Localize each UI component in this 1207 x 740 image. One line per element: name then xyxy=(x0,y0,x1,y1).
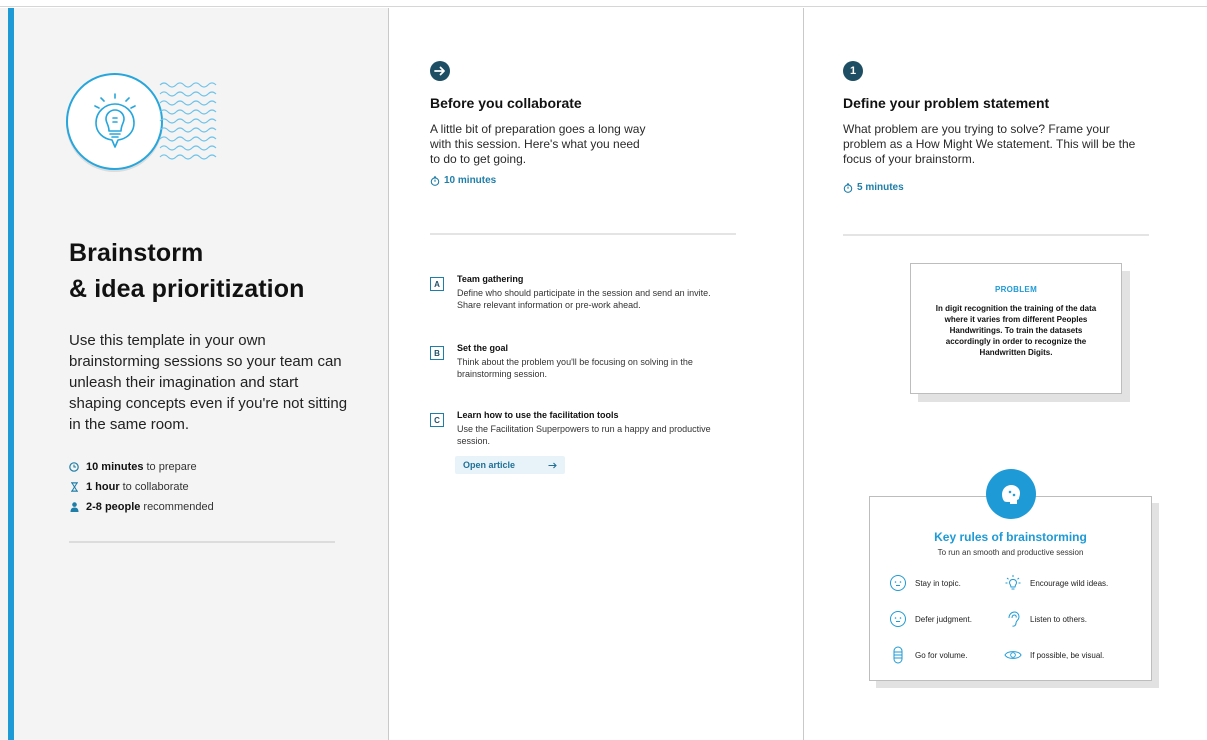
hero-circle xyxy=(66,73,163,170)
section-title: Before you collaborate xyxy=(430,95,582,111)
meta-people: 2-8 people recommended xyxy=(69,497,214,517)
timer: 10 minutes xyxy=(430,175,496,186)
timer: 5 minutes xyxy=(843,182,904,193)
face-icon xyxy=(889,610,907,628)
person-icon xyxy=(69,502,79,512)
brainstorming-rules-card: Key rules of brainstorming To run an smo… xyxy=(869,469,1152,681)
timer-label: 10 minutes xyxy=(444,175,497,186)
rule-label: Encourage wild ideas. xyxy=(1030,578,1109,588)
clock-icon xyxy=(69,462,79,472)
section-body-line-1: A little bit of preparation goes a long … xyxy=(430,122,646,136)
section-divider xyxy=(430,233,736,235)
task-item: C Learn how to use the facilitation tool… xyxy=(430,410,720,450)
rule-label: Stay in topic. xyxy=(915,578,961,588)
task-badge: C xyxy=(430,413,444,427)
meta-collaborate-rest: to collaborate xyxy=(122,481,189,493)
rule-item: Defer judgment. xyxy=(889,610,972,628)
open-article-button[interactable]: Open article xyxy=(455,456,565,474)
step-number-badge: 1 xyxy=(843,61,863,81)
lightbulb-icon xyxy=(1004,574,1022,592)
task-desc: Define who should participate in the ses… xyxy=(457,288,711,310)
meta-people-rest: recommended xyxy=(143,501,214,513)
section-body: A little bit of preparation goes a long … xyxy=(430,122,645,167)
accent-bar xyxy=(8,8,14,740)
ear-icon xyxy=(1004,610,1022,628)
rules-title: Key rules of brainstorming xyxy=(934,530,1087,544)
brain-icon xyxy=(986,469,1036,519)
meta-prepare: 10 minutes to prepare xyxy=(69,457,214,477)
arrow-right-icon xyxy=(430,61,450,81)
section-divider xyxy=(843,234,1149,236)
problem-statement-panel: 1 Define your problem statement What pro… xyxy=(805,8,1207,740)
meta-collaborate: 1 hour to collaborate xyxy=(69,477,214,497)
meta-prepare-bold: 10 minutes xyxy=(86,461,144,473)
stack-icon xyxy=(889,646,907,664)
intro-description: Use this template in your own brainstorm… xyxy=(69,332,348,433)
rule-item: Go for volume. xyxy=(889,646,967,664)
top-border xyxy=(0,0,1207,7)
section-title: Define your problem statement xyxy=(843,95,1050,111)
section-body-line-2: with this session. Here's what you need xyxy=(430,137,640,151)
wave-pattern xyxy=(159,82,217,160)
rule-label: If possible, be visual. xyxy=(1030,650,1105,660)
face-icon xyxy=(889,574,907,592)
task-title: Set the goal xyxy=(457,343,509,353)
meta-people-bold: 2-8 people xyxy=(86,501,141,513)
title-line-1: Brainstorm xyxy=(69,239,204,267)
session-meta: 10 minutes to prepare 1 hour to collabor… xyxy=(69,457,214,517)
task-title: Learn how to use the facilitation tools xyxy=(457,410,619,420)
rule-label: Listen to others. xyxy=(1030,614,1087,624)
rules-subtitle: To run an smooth and productive session xyxy=(937,548,1084,557)
task-badge: A xyxy=(430,277,444,291)
rule-item: If possible, be visual. xyxy=(1004,646,1104,664)
stopwatch-icon xyxy=(843,182,853,193)
rule-item: Stay in topic. xyxy=(889,574,961,592)
meta-collaborate-bold: 1 hour xyxy=(86,481,120,493)
section-body-line-1: What problem are you trying to solve? Fr… xyxy=(843,122,1110,136)
rule-label: Defer judgment. xyxy=(915,614,972,624)
rule-label: Go for volume. xyxy=(915,650,968,660)
section-body: What problem are you trying to solve? Fr… xyxy=(843,122,1135,167)
title-line-2: & idea prioritization xyxy=(69,275,305,303)
problem-text: In digit recognition the training of the… xyxy=(935,304,1097,357)
hero-illustration xyxy=(66,73,226,173)
arrow-right-icon xyxy=(548,462,557,468)
open-article-label: Open article xyxy=(463,460,516,470)
section-body-line-3: focus of your brainstorm. xyxy=(843,152,976,166)
problem-card[interactable]: PROBLEM In digit recognition the trainin… xyxy=(910,263,1122,394)
lightbulb-speech-icon xyxy=(94,93,136,148)
task-desc: Think about the problem you'll be focusi… xyxy=(457,357,693,379)
eye-icon xyxy=(1004,646,1022,664)
task-item: B Set the goal Think about the problem y… xyxy=(430,343,720,383)
task-title: Team gathering xyxy=(457,274,524,284)
problem-label: PROBLEM xyxy=(994,285,1038,294)
stopwatch-icon xyxy=(430,175,440,186)
timer-label: 5 minutes xyxy=(857,182,904,193)
rule-item: Listen to others. xyxy=(1004,610,1087,628)
intro-panel: Brainstorm & idea prioritization Use thi… xyxy=(0,8,389,740)
task-item: A Team gathering Define who should parti… xyxy=(430,274,720,314)
task-badge: B xyxy=(430,346,444,360)
task-desc: Use the Facilitation Superpowers to run … xyxy=(457,424,711,446)
rule-item: Encourage wild ideas. xyxy=(1004,574,1108,592)
left-divider xyxy=(69,541,335,543)
hourglass-icon xyxy=(69,482,79,492)
meta-prepare-rest: to prepare xyxy=(146,461,197,473)
section-body-line-2: problem as a How Might We statement. Thi… xyxy=(843,137,1136,151)
section-body-line-3: to do to get going. xyxy=(430,152,527,166)
before-collaborate-panel: Before you collaborate A little bit of p… xyxy=(390,8,804,740)
page-title: Brainstorm & idea prioritization xyxy=(69,235,304,307)
